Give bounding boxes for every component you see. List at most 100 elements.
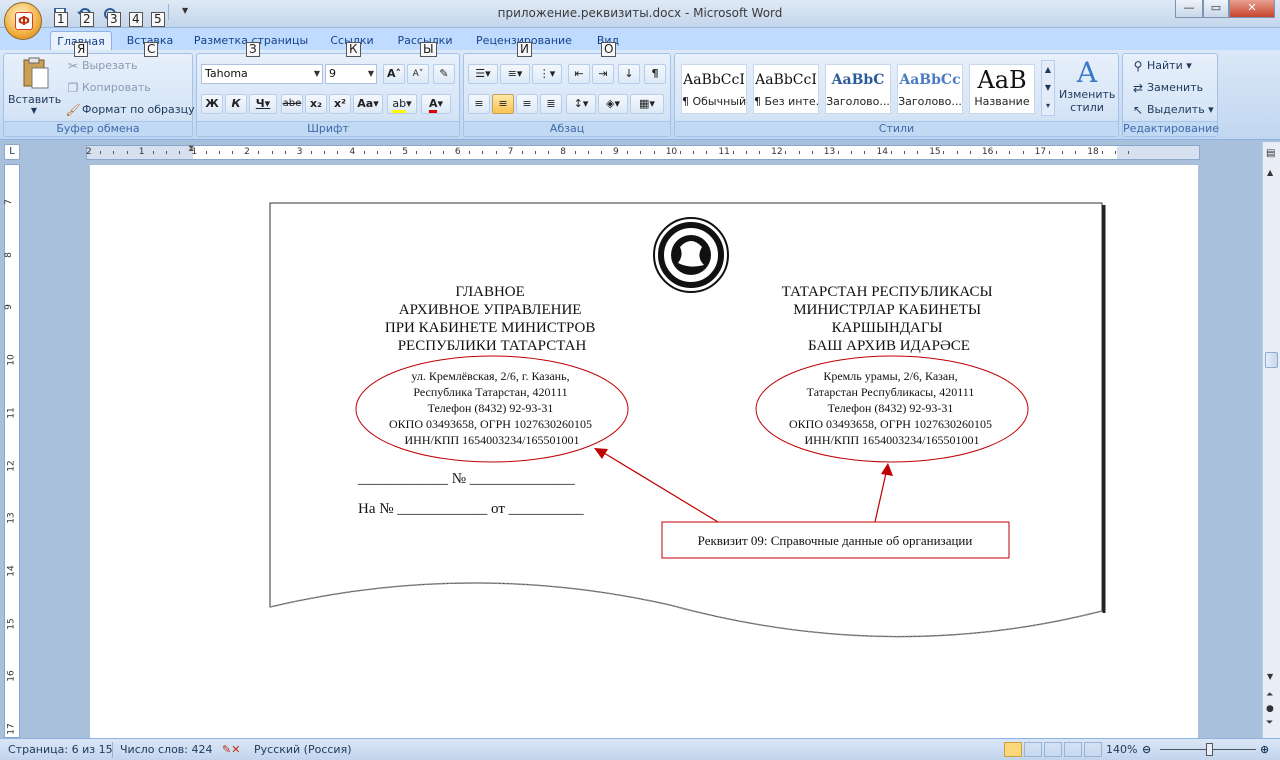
paste-dropdown-icon[interactable]: ▼ bbox=[8, 106, 60, 115]
grow-font-button[interactable]: A˄ bbox=[383, 64, 405, 84]
vertical-ruler[interactable]: 7 8 9 10 11 12 13 14 15 16 17 bbox=[4, 164, 20, 738]
copy-label: Копировать bbox=[82, 81, 151, 94]
bold-button[interactable]: Ж bbox=[201, 94, 223, 114]
zoom-out-icon[interactable]: ⊖ bbox=[1142, 743, 1151, 756]
styles-scroll[interactable]: ▲ ▼ ▾ bbox=[1041, 60, 1055, 116]
change-case-button[interactable]: Aa▾ bbox=[353, 94, 383, 114]
style-title-preview: AaB bbox=[977, 66, 1027, 94]
font-name-dropdown-icon[interactable]: ▼ bbox=[314, 65, 320, 83]
qat-keytip-2: 2 bbox=[80, 12, 94, 27]
horizontal-ruler[interactable]: 2 1 1 2 3 4 5 6 7 8 9 10 11 12 13 14 15 16 17 18 ⧗ bbox=[86, 144, 1200, 160]
select-button[interactable]: ↖ Выделить ▾ bbox=[1129, 100, 1214, 120]
document-page[interactable]: ГЛАВНОЕ АРХИВНОЕ УПРАВЛЕНИЕ ПРИ КАБИНЕТЕ… bbox=[90, 165, 1198, 739]
style-heading2[interactable]: AaBbCc Заголово... bbox=[897, 64, 963, 114]
align-center-icon[interactable]: ≡ bbox=[492, 94, 514, 114]
next-page-icon[interactable]: ⏷ bbox=[1266, 718, 1273, 728]
maximize-button[interactable]: ▭ bbox=[1203, 0, 1229, 18]
decrease-indent-icon[interactable]: ⇤ bbox=[568, 64, 590, 84]
proofing-icon[interactable]: ✎✕ bbox=[222, 743, 240, 756]
zoom-level[interactable]: 140% bbox=[1106, 743, 1137, 756]
style-title[interactable]: AaB Название bbox=[969, 64, 1035, 114]
ruler-tick bbox=[218, 151, 220, 154]
close-button[interactable]: ✕ bbox=[1229, 0, 1275, 18]
increase-indent-icon[interactable]: ⇥ bbox=[592, 64, 614, 84]
ruler-toggle-icon[interactable]: ▤ bbox=[1266, 148, 1275, 159]
sort-icon[interactable]: ↓ bbox=[618, 64, 640, 84]
underline-button[interactable]: Ч▾ bbox=[249, 94, 277, 114]
superscript-button[interactable]: x² bbox=[329, 94, 351, 114]
font-color-button[interactable]: A▾ bbox=[421, 94, 451, 114]
justify-icon[interactable]: ≣ bbox=[540, 94, 562, 114]
font-name-combo[interactable]: Tahoma ▼ bbox=[201, 64, 323, 84]
style-heading1[interactable]: AaBbC Заголово... bbox=[825, 64, 891, 114]
clear-format-button[interactable]: ✎ bbox=[433, 64, 455, 84]
subscript-label: x₂ bbox=[310, 97, 322, 110]
tab-keytip-layout: З bbox=[246, 42, 260, 57]
copy-button[interactable]: ❐ Копировать bbox=[64, 78, 151, 98]
ruler-tick bbox=[284, 151, 286, 154]
word-count[interactable]: Число слов: 424 bbox=[120, 743, 213, 756]
language-indicator[interactable]: Русский (Россия) bbox=[254, 743, 352, 756]
ruler-number: 13 bbox=[6, 512, 17, 524]
browse-object-icon[interactable]: ● bbox=[1266, 704, 1274, 714]
style-no-spacing[interactable]: AaBbCcI ¶ Без инте... bbox=[753, 64, 819, 114]
font-size-combo[interactable]: 9 ▼ bbox=[325, 64, 377, 84]
tab-selector[interactable]: L bbox=[4, 144, 20, 160]
outline-view-icon[interactable] bbox=[1064, 742, 1082, 757]
editing-group-label: Редактирование bbox=[1123, 121, 1219, 136]
multilevel-list-icon[interactable]: ⋮▾ bbox=[532, 64, 562, 84]
left-header-line-3: ПРИ КАБИНЕТЕ МИНИСТРОВ bbox=[385, 320, 595, 336]
scroll-up-icon[interactable]: ▲ bbox=[1267, 168, 1273, 177]
strikethrough-button[interactable]: abe bbox=[281, 94, 303, 114]
prev-page-icon[interactable]: ⏶ bbox=[1266, 690, 1273, 700]
zoom-slider-thumb[interactable] bbox=[1206, 743, 1213, 756]
borders-icon[interactable]: ▦▾ bbox=[630, 94, 664, 114]
format-painter-button[interactable]: 🖌Формат по образцу bbox=[64, 100, 194, 120]
web-layout-icon[interactable] bbox=[1044, 742, 1062, 757]
full-screen-reading-icon[interactable] bbox=[1024, 742, 1042, 757]
print-layout-icon[interactable] bbox=[1004, 742, 1022, 757]
subscript-button[interactable]: x₂ bbox=[305, 94, 327, 114]
minimize-button[interactable]: — bbox=[1175, 0, 1203, 18]
ruler-number: 14 bbox=[6, 565, 17, 577]
align-left-icon[interactable]: ≡ bbox=[468, 94, 490, 114]
cursor-icon: ↖ bbox=[1132, 103, 1144, 117]
change-styles-button[interactable]: A Изменить стили bbox=[1059, 58, 1115, 120]
ruler-number: 17 bbox=[1034, 147, 1047, 157]
replace-button[interactable]: ⇄ Заменить bbox=[1129, 78, 1203, 98]
page-count[interactable]: Страница: 6 из 15 bbox=[8, 743, 113, 756]
font-size-dropdown-icon[interactable]: ▼ bbox=[368, 65, 374, 83]
ruler-tick bbox=[811, 151, 813, 154]
customize-qat-icon[interactable]: ▼ bbox=[182, 6, 188, 15]
find-button[interactable]: ⚲ Найти ▾ bbox=[1129, 56, 1192, 76]
zoom-in-icon[interactable]: ⊕ bbox=[1260, 743, 1269, 756]
scroll-thumb[interactable] bbox=[1265, 352, 1278, 368]
cut-button[interactable]: ✂ Вырезать bbox=[64, 56, 138, 76]
shading-icon[interactable]: ◈▾ bbox=[598, 94, 628, 114]
draft-view-icon[interactable] bbox=[1084, 742, 1102, 757]
vertical-scrollbar[interactable]: ▤ ▲ ▼ ⏶ ● ⏷ bbox=[1262, 142, 1280, 738]
qat-keytip-5: 5 bbox=[151, 12, 165, 27]
font-size-value: 9 bbox=[329, 67, 336, 80]
show-marks-button[interactable]: ¶ bbox=[644, 64, 666, 84]
paste-button[interactable]: Вставить ▼ bbox=[8, 56, 61, 120]
left-header-line-1: ГЛАВНОЕ bbox=[455, 284, 524, 300]
line-spacing-icon[interactable]: ↕▾ bbox=[566, 94, 596, 114]
style-normal[interactable]: AaBbCcI ¶ Обычный bbox=[681, 64, 747, 114]
bullets-icon[interactable]: ☰▾ bbox=[468, 64, 498, 84]
left-details-line-2: Республика Татарстан, 420111 bbox=[413, 385, 567, 399]
ruler-tick bbox=[363, 151, 365, 154]
shrink-font-button[interactable]: A˅ bbox=[407, 64, 429, 84]
group-editing: ⚲ Найти ▾ ⇄ Заменить ↖ Выделить ▾ Редактиро… bbox=[1122, 53, 1219, 137]
indent-marker-icon[interactable]: ⧗ bbox=[188, 144, 194, 154]
qat-keytip-3: 3 bbox=[107, 12, 121, 27]
numbering-icon[interactable]: ≡▾ bbox=[500, 64, 530, 84]
scroll-down-icon[interactable]: ▼ bbox=[1267, 672, 1273, 681]
ruler-tick bbox=[798, 151, 800, 154]
align-right-icon[interactable]: ≡ bbox=[516, 94, 538, 114]
office-button[interactable]: Ф bbox=[4, 2, 42, 40]
highlight-button[interactable]: ab▾ bbox=[387, 94, 417, 114]
tab-keytip-review: И bbox=[517, 42, 532, 57]
ruler-tick bbox=[271, 151, 273, 154]
italic-button[interactable]: К bbox=[225, 94, 247, 114]
